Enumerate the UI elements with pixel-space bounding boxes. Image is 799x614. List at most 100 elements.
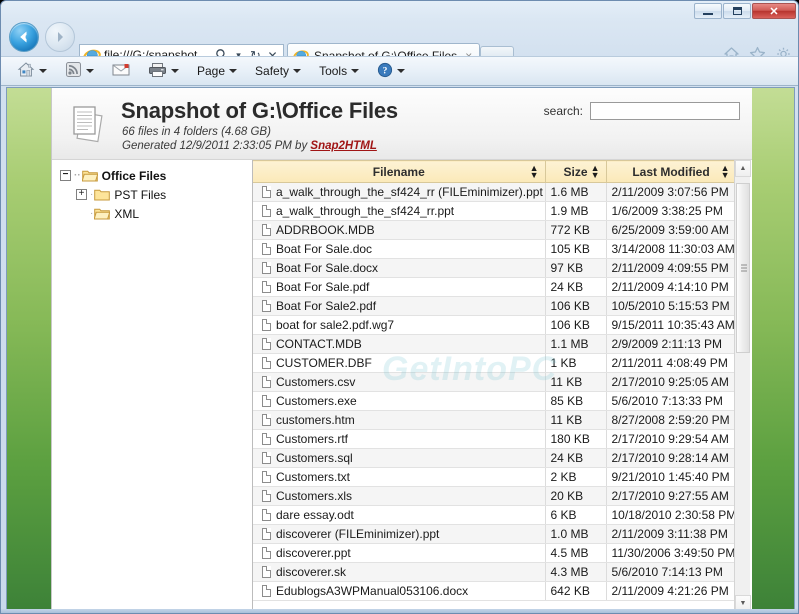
cell-filename[interactable]: customers.htm bbox=[253, 410, 546, 430]
cell-filename[interactable]: Customers.xls bbox=[253, 486, 546, 506]
cell-filename[interactable]: a_walk_through_the_sf424_rr (FILEminimiz… bbox=[253, 182, 546, 202]
table-row[interactable]: discoverer.ppt 4.5 MB 11/30/2006 3:49:50 P… bbox=[253, 543, 737, 563]
column-header-size[interactable]: Size ▲ ▼ bbox=[545, 160, 607, 183]
scroll-up-button[interactable]: ▲ bbox=[735, 160, 751, 177]
cell-filename[interactable]: CUSTOMER.DBF bbox=[253, 353, 546, 373]
filename-label: boat for sale2.pdf.wg7 bbox=[276, 318, 395, 332]
tools-menu[interactable]: Tools bbox=[315, 59, 363, 83]
cell-filename[interactable]: Customers.rtf bbox=[253, 429, 546, 449]
cell-filename[interactable]: EdublogsA3WPManual053106.docx bbox=[253, 581, 546, 601]
maximize-button[interactable] bbox=[723, 3, 751, 19]
cell-last-modified: 8/27/2008 2:59:20 PM bbox=[606, 410, 737, 430]
sort-icon[interactable]: ▲ ▼ bbox=[721, 163, 730, 179]
cell-filename[interactable]: Boat For Sale.docx bbox=[253, 258, 546, 278]
cell-filename[interactable]: Customers.txt bbox=[253, 467, 546, 487]
mail-button[interactable] bbox=[108, 59, 134, 83]
cell-size: 2 KB bbox=[545, 467, 607, 487]
cell-filename[interactable]: Boat For Sale.doc bbox=[253, 239, 546, 259]
chevron-down-icon[interactable] bbox=[293, 69, 302, 73]
column-header-filename[interactable]: Filename ▲ ▼ bbox=[253, 160, 546, 183]
file-icon bbox=[262, 547, 271, 559]
table-row[interactable]: CONTACT.MDB 1.1 MB 2/9/2009 2:11:13 PM bbox=[253, 334, 737, 354]
table-row[interactable]: Boat For Sale2.pdf 106 KB 10/5/2010 5:15:5… bbox=[253, 296, 737, 316]
column-header-last-modified[interactable]: Last Modified ▲ ▼ bbox=[606, 160, 737, 183]
file-list-panel[interactable]: Filename ▲▼ Size ▲▼ Last Modified ▲▼ bbox=[253, 160, 752, 610]
file-table-header: Filename ▲ ▼ Size ▲ ▼ Last Modified ▲ ▼ bbox=[253, 160, 737, 183]
table-row[interactable]: Customers.csv 11 KB 2/17/2010 9:25:05 AM bbox=[253, 372, 737, 392]
search-input[interactable] bbox=[590, 102, 740, 120]
tree-expander-icon[interactable]: + bbox=[76, 189, 87, 200]
tree-connector: · bbox=[90, 208, 94, 219]
back-button[interactable] bbox=[9, 22, 39, 52]
documents-stack-icon bbox=[68, 102, 110, 144]
chevron-down-icon[interactable] bbox=[171, 69, 179, 73]
svg-text:?: ? bbox=[383, 66, 388, 76]
triangle-down-icon: ▼ bbox=[739, 600, 747, 607]
file-icon bbox=[262, 395, 271, 407]
cell-filename[interactable]: a_walk_through_the_sf424_rr.ppt bbox=[253, 201, 546, 221]
table-row[interactable]: Customers.xls 20 KB 2/17/2010 9:27:55 AM bbox=[253, 486, 737, 506]
tree-expander-icon[interactable]: − bbox=[60, 170, 71, 181]
help-menu[interactable]: ? bbox=[373, 59, 409, 83]
cell-filename[interactable]: discoverer (FILEminimizer).ppt bbox=[253, 524, 546, 544]
table-row[interactable]: a_walk_through_the_sf424_rr.ppt 1.9 MB 1/6… bbox=[253, 201, 737, 221]
table-row[interactable]: Customers.sql 24 KB 2/17/2010 9:28:14 AM bbox=[253, 448, 737, 468]
chevron-down-icon[interactable] bbox=[229, 69, 238, 73]
home-button[interactable] bbox=[13, 59, 51, 83]
tree-item-label: XML bbox=[114, 206, 140, 221]
sort-icon[interactable]: ▲ ▼ bbox=[530, 163, 539, 179]
cell-filename[interactable]: discoverer.sk bbox=[253, 562, 546, 582]
tree-item-xml[interactable]: · XML bbox=[58, 204, 252, 223]
file-list-scrollbar[interactable]: ▲ ▼ bbox=[734, 160, 751, 610]
table-row[interactable]: Customers.txt 2 KB 9/21/2010 1:45:40 PM bbox=[253, 467, 737, 487]
safety-menu[interactable]: Safety bbox=[251, 59, 305, 83]
document-header: Snapshot of G:\Office Files 66 files in … bbox=[52, 88, 752, 160]
table-row[interactable]: CUSTOMER.DBF 1 KB 2/11/2011 4:08:49 PM bbox=[253, 353, 737, 373]
tree-item-pst-files[interactable]: + · PST Files bbox=[58, 185, 252, 204]
page-menu[interactable]: Page bbox=[193, 59, 241, 83]
table-row[interactable]: customers.htm 11 KB 8/27/2008 2:59:20 PM bbox=[253, 410, 737, 430]
print-button[interactable] bbox=[144, 59, 183, 83]
cell-filename[interactable]: ADDRBOOK.MDB bbox=[253, 220, 546, 240]
table-row[interactable]: ADDRBOOK.MDB 772 KB 6/25/2009 3:59:00 AM bbox=[253, 220, 737, 240]
table-row[interactable]: a_walk_through_the_sf424_rr (FILEminimiz… bbox=[253, 182, 737, 202]
table-row[interactable]: discoverer (FILEminimizer).ppt 1.0 MB 2/11… bbox=[253, 524, 737, 544]
table-row[interactable]: dare essay.odt 6 KB 10/18/2010 2:30:58 PM bbox=[253, 505, 737, 525]
scrollbar-thumb[interactable] bbox=[736, 183, 750, 353]
chevron-down-icon[interactable] bbox=[86, 69, 94, 73]
table-row[interactable]: Boat For Sale.doc 105 KB 3/14/2008 11:30:0… bbox=[253, 239, 737, 259]
cell-filename[interactable]: CONTACT.MDB bbox=[253, 334, 546, 354]
table-row[interactable]: discoverer.sk 4.3 MB 5/6/2010 7:14:13 PM bbox=[253, 562, 737, 582]
file-icon bbox=[262, 357, 271, 369]
file-icon bbox=[262, 490, 271, 502]
snap2html-link[interactable]: Snap2HTML bbox=[310, 140, 376, 152]
cell-filename[interactable]: boat for sale2.pdf.wg7 bbox=[253, 315, 546, 335]
cell-filename[interactable]: Customers.sql bbox=[253, 448, 546, 468]
sort-icon[interactable]: ▲ ▼ bbox=[591, 163, 600, 179]
cell-filename[interactable]: Boat For Sale2.pdf bbox=[253, 296, 546, 316]
table-row[interactable]: Boat For Sale.pdf 24 KB 2/11/2009 4:14:10 … bbox=[253, 277, 737, 297]
feeds-button[interactable] bbox=[61, 59, 98, 83]
tree-item-office-files[interactable]: − ·· Office Files bbox=[58, 166, 252, 185]
cell-filename[interactable]: dare essay.odt bbox=[253, 505, 546, 525]
forward-button[interactable] bbox=[45, 22, 75, 52]
table-row[interactable]: boat for sale2.pdf.wg7 106 KB 9/15/2011 10… bbox=[253, 315, 737, 335]
filename-label: CUSTOMER.DBF bbox=[276, 356, 372, 370]
folder-tree-panel[interactable]: − ·· Office Files + · PST Files · XML bbox=[52, 160, 253, 610]
file-icon bbox=[262, 471, 271, 483]
cell-filename[interactable]: Customers.csv bbox=[253, 372, 546, 392]
chevron-down-icon[interactable] bbox=[351, 69, 360, 73]
cell-filename[interactable]: Boat For Sale.pdf bbox=[253, 277, 546, 297]
cell-filename[interactable]: Customers.exe bbox=[253, 391, 546, 411]
window-bottom-edge bbox=[1, 609, 798, 613]
table-row[interactable]: EdublogsA3WPManual053106.docx 642 KB 2/11/… bbox=[253, 581, 737, 601]
chevron-down-icon[interactable] bbox=[39, 69, 47, 73]
table-row[interactable]: Customers.exe 85 KB 5/6/2010 7:13:33 PM bbox=[253, 391, 737, 411]
close-button[interactable]: ✕ bbox=[752, 3, 796, 19]
minimize-button[interactable] bbox=[694, 3, 722, 19]
chevron-down-icon[interactable] bbox=[397, 69, 406, 73]
table-row[interactable]: Boat For Sale.docx 97 KB 2/11/2009 4:09:55… bbox=[253, 258, 737, 278]
table-row[interactable]: Customers.rtf 180 KB 2/17/2010 9:29:54 AM bbox=[253, 429, 737, 449]
search-area: search: bbox=[544, 102, 740, 120]
cell-filename[interactable]: discoverer.ppt bbox=[253, 543, 546, 563]
